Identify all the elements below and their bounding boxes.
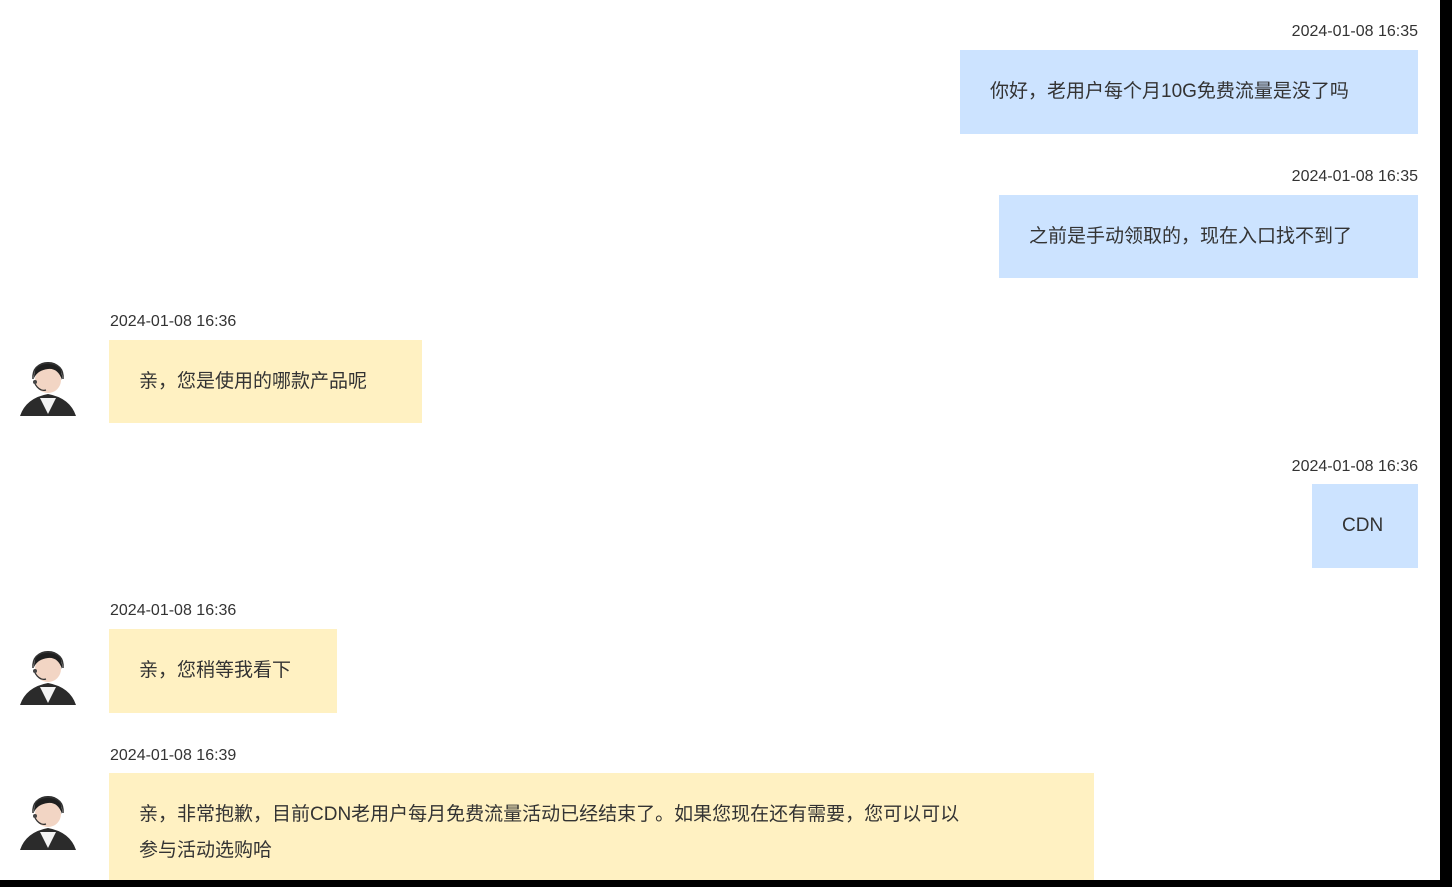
customer-service-avatar-icon [20,651,76,705]
user-message-bubble: 之前是手动领取的，现在入口找不到了 [999,195,1418,278]
message-timestamp: 2024-01-08 16:36 [110,313,237,330]
message-text: 亲，您是使用的哪款产品呢 [139,371,368,392]
customer-service-avatar-icon [20,362,76,416]
user-message-bubble: CDN [1312,484,1418,568]
agent-avatar [18,788,78,852]
scrollbar[interactable] [1440,0,1452,880]
agent-avatar [18,643,78,707]
message-text: 亲，您稍等我看下 [139,660,292,681]
message-text: 之前是手动领取的，现在入口找不到了 [1029,226,1353,247]
message-text: 你好，老用户每个月10G免费流量是没了吗 [990,81,1349,102]
window-bottom-edge [0,880,1452,887]
agent-avatar [18,354,78,418]
user-message-bubble: 你好，老用户每个月10G免费流量是没了吗 [960,50,1418,134]
message-timestamp: 2024-01-08 16:36 [1291,458,1418,475]
message-text-line: 参与活动选购哈 [139,840,273,861]
message-text: CDN [1342,515,1384,536]
agent-message-bubble: 亲，非常抱歉，目前CDN老用户每月免费流量活动已经结束了。如果您现在还有需要，您… [109,773,1094,880]
agent-message-bubble: 亲，您稍等我看下 [109,629,337,713]
customer-service-avatar-icon [20,796,76,850]
message-timestamp: 2024-01-08 16:35 [1291,168,1418,185]
chat-history: 2024-01-08 16:35 你好，老用户每个月10G免费流量是没了吗 20… [0,0,1440,880]
message-text-line: 亲，非常抱歉，目前CDN老用户每月免费流量活动已经结束了。如果您现在还有需要，您… [139,804,960,825]
message-timestamp: 2024-01-08 16:39 [110,747,237,764]
message-timestamp: 2024-01-08 16:36 [110,602,237,619]
message-timestamp: 2024-01-08 16:35 [1291,23,1418,40]
agent-message-bubble: 亲，您是使用的哪款产品呢 [109,340,422,423]
